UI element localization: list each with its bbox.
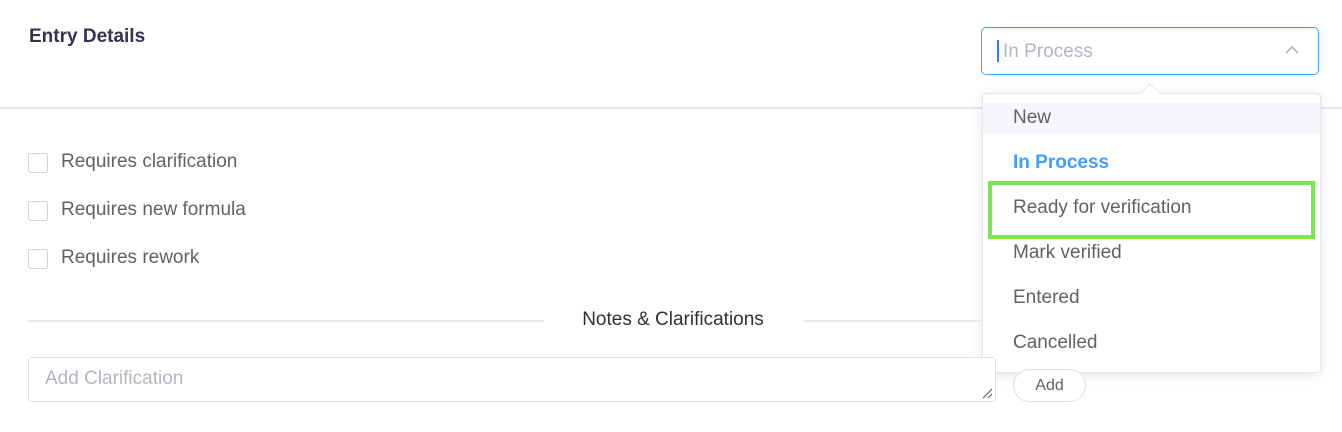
notes-section-title: Notes & Clarifications	[560, 309, 786, 331]
clarification-input[interactable]: Add Clarification	[28, 357, 996, 402]
checkbox-label: Requires clarification	[61, 151, 238, 172]
add-clarification-button[interactable]: Add	[1013, 369, 1086, 402]
status-option-in-process[interactable]: In Process	[983, 148, 1320, 178]
checkbox-label: Requires rework	[61, 247, 200, 268]
status-option-new[interactable]: New	[983, 103, 1320, 133]
status-option-entered[interactable]: Entered	[983, 283, 1320, 313]
notes-divider-right	[804, 320, 982, 322]
checkbox-label: Requires new formula	[61, 199, 246, 220]
status-option-mark-verified[interactable]: Mark verified	[983, 238, 1320, 268]
clarification-placeholder: Add Clarification	[45, 368, 184, 389]
status-option-cancelled[interactable]: Cancelled	[983, 328, 1320, 358]
checkbox-box[interactable]	[28, 201, 48, 221]
status-select-value: In Process	[1003, 41, 1093, 62]
status-option-ready-for-verification[interactable]: Ready for verification	[983, 193, 1320, 223]
checkbox-box[interactable]	[28, 153, 48, 173]
resize-grip-icon[interactable]	[981, 387, 993, 399]
status-dropdown: New In Process Ready for verification Ma…	[982, 83, 1321, 373]
dropdown-arrow	[1140, 83, 1160, 103]
page-title: Entry Details	[29, 26, 146, 47]
status-select[interactable]: In Process	[981, 27, 1319, 75]
chevron-up-icon[interactable]	[1282, 40, 1302, 60]
notes-divider-left	[28, 320, 544, 322]
text-cursor	[997, 40, 999, 62]
checkbox-box[interactable]	[28, 249, 48, 269]
